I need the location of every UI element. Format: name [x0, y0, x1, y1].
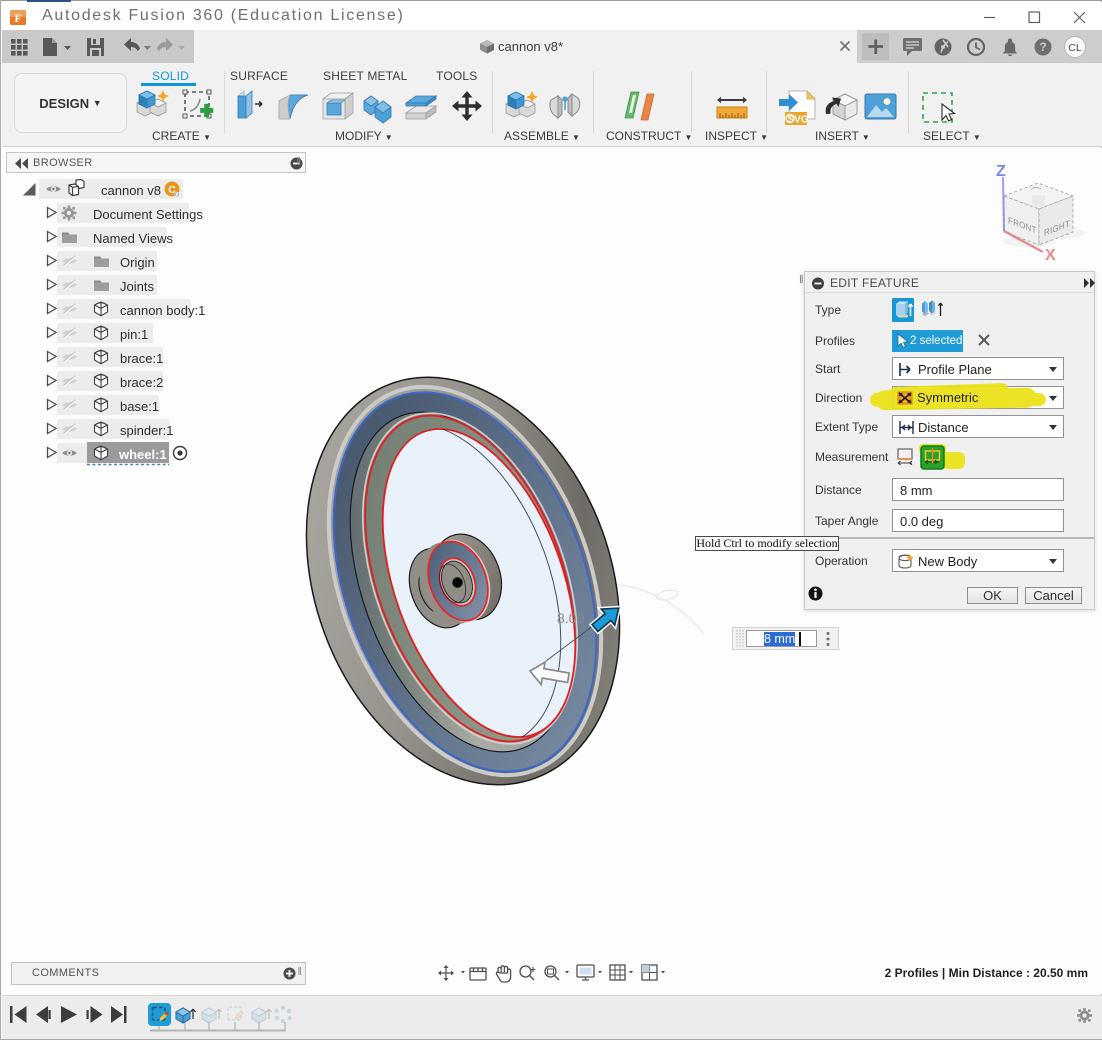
svg-text:wheel:1: wheel:1 — [118, 447, 167, 462]
svg-text:Document Settings: Document Settings — [93, 207, 203, 222]
svg-text:cannon v8: cannon v8 — [101, 183, 161, 198]
svg-text:X: X — [1045, 247, 1056, 264]
svg-text:Z: Z — [996, 163, 1006, 180]
svg-text:8.00: 8.00 — [557, 610, 584, 626]
svg-text:brace:2: brace:2 — [120, 375, 163, 390]
svg-text:spinder:1: spinder:1 — [120, 423, 173, 438]
svg-text:Named Views: Named Views — [93, 231, 173, 246]
svg-text:cannon body:1: cannon body:1 — [120, 303, 205, 318]
svg-text:brace:1: brace:1 — [120, 351, 163, 366]
svg-text:pin:1: pin:1 — [120, 327, 148, 342]
svg-text:Joints: Joints — [120, 279, 154, 294]
svg-text:Origin: Origin — [120, 255, 155, 270]
svg-text:base:1: base:1 — [120, 399, 159, 414]
